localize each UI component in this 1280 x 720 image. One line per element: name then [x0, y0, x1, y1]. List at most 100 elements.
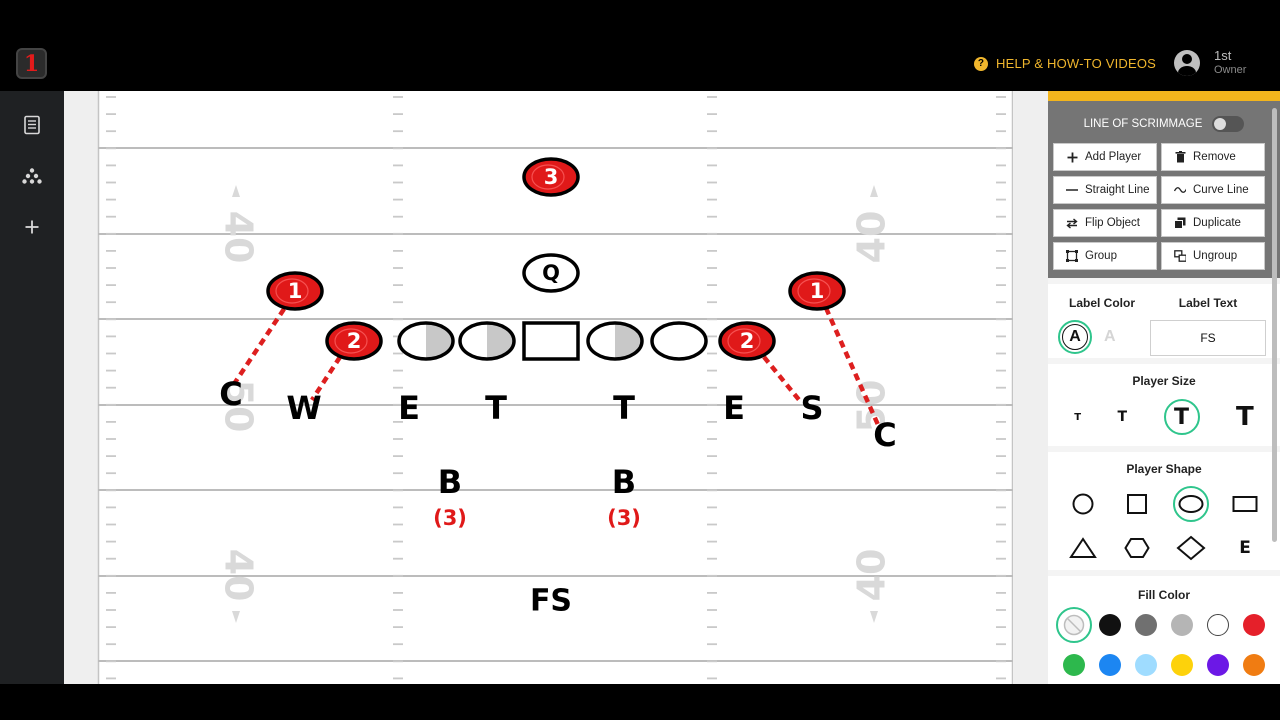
svg-text:B: B: [612, 463, 636, 501]
player-t[interactable]: T: [613, 389, 635, 427]
oval-icon: [1178, 495, 1204, 513]
player-c[interactable]: C: [873, 416, 896, 454]
formation-icon[interactable]: [20, 164, 44, 188]
player-c[interactable]: C: [219, 375, 242, 413]
flip-icon: [1066, 217, 1078, 229]
player-lineman[interactable]: [586, 321, 644, 361]
app-logo[interactable]: 1: [16, 48, 47, 79]
player-shape-section: Player Shape E: [1048, 452, 1280, 570]
toolbox: LINE OF SCRIMMAGE Add Player Remove Stra…: [1048, 101, 1280, 278]
straight-line-button[interactable]: Straight Line: [1053, 176, 1157, 204]
size-s-option[interactable]: T: [1118, 409, 1128, 425]
flip-object-button[interactable]: Flip Object: [1053, 209, 1157, 237]
triangle-icon: [1069, 537, 1097, 558]
svg-text:E: E: [398, 389, 420, 427]
player-e[interactable]: E: [723, 389, 745, 427]
player-2[interactable]: 2: [325, 321, 383, 361]
size-l-option[interactable]: T: [1236, 402, 1254, 432]
help-link[interactable]: ? HELP & HOW-TO VIDEOS: [974, 56, 1156, 71]
remove-button[interactable]: Remove: [1161, 143, 1265, 171]
player-3[interactable]: 3: [522, 157, 580, 197]
rectangle-icon: [1232, 496, 1258, 512]
player-e[interactable]: E: [398, 389, 420, 427]
group-button[interactable]: Group: [1053, 242, 1157, 270]
label-color-dark-option[interactable]: A: [1058, 320, 1092, 354]
circle-shape-option[interactable]: [1056, 486, 1110, 522]
fill-color-swatch[interactable]: [1135, 614, 1157, 636]
hexagon-icon: [1124, 538, 1150, 558]
ungroup-icon: [1174, 250, 1186, 262]
fill-color-swatch[interactable]: [1207, 614, 1229, 636]
curve-line-button[interactable]: Curve Line: [1161, 176, 1265, 204]
add-player-button[interactable]: Add Player: [1053, 143, 1157, 171]
player-fs[interactable]: FS: [530, 584, 572, 619]
svg-text:40: 40: [850, 211, 894, 264]
line-of-scrimmage-row: LINE OF SCRIMMAGE: [1053, 111, 1275, 137]
fill-color-swatch[interactable]: [1171, 654, 1193, 676]
fill-color-swatch[interactable]: [1243, 614, 1265, 636]
panel-scrollbar[interactable]: [1272, 108, 1277, 542]
player-s[interactable]: S: [800, 389, 823, 427]
player-1[interactable]: 1: [788, 271, 846, 311]
add-icon[interactable]: [20, 215, 44, 239]
svg-text:W: W: [286, 389, 321, 427]
oval-shape-option[interactable]: [1164, 486, 1218, 522]
svg-text:FS: FS: [530, 584, 572, 619]
svg-text:40: 40: [850, 549, 894, 602]
ungroup-button[interactable]: Ungroup: [1161, 242, 1265, 270]
player-lineman[interactable]: [522, 321, 580, 361]
label-text-input[interactable]: FS: [1150, 320, 1266, 356]
player-b[interactable]: B: [438, 463, 462, 501]
play-canvas[interactable]: 40 40 50 50 40 40 3 Q 1 1 2 2 C W E T T E S C B B FS (3)(…: [64, 91, 1048, 684]
player-b[interactable]: B: [612, 463, 636, 501]
plus-icon: [1066, 152, 1078, 163]
player-2[interactable]: 2: [718, 321, 776, 361]
player-t[interactable]: T: [485, 389, 507, 427]
playbook-icon[interactable]: [20, 113, 44, 137]
fill-color-swatch[interactable]: [1207, 654, 1229, 676]
svg-text:2: 2: [347, 329, 362, 353]
player-size-section: Player Size T T T T: [1048, 364, 1280, 446]
fill-color-swatch[interactable]: [1171, 614, 1193, 636]
svg-text:T: T: [485, 389, 507, 427]
player-lineman[interactable]: [650, 321, 708, 361]
user-menu[interactable]: 1st Owner: [1174, 48, 1246, 77]
line-of-scrimmage-toggle[interactable]: [1212, 116, 1245, 132]
fill-color-swatch[interactable]: [1063, 654, 1085, 676]
gap-label[interactable]: (3): [607, 506, 641, 530]
duplicate-button[interactable]: Duplicate: [1161, 209, 1265, 237]
hexagon-shape-option[interactable]: [1110, 530, 1164, 566]
svg-text:C: C: [873, 416, 896, 454]
player-w[interactable]: W: [286, 389, 321, 427]
triangle-shape-option[interactable]: [1056, 530, 1110, 566]
text-shape-option[interactable]: E: [1218, 530, 1272, 566]
svg-text:S: S: [800, 389, 823, 427]
player-1[interactable]: 1: [266, 271, 324, 311]
group-icon: [1066, 250, 1078, 262]
gap-label[interactable]: (3): [433, 506, 467, 530]
size-xs-option[interactable]: T: [1074, 412, 1081, 423]
fill-color-title: Fill Color: [1138, 588, 1190, 602]
square-shape-option[interactable]: [1110, 486, 1164, 522]
diamond-shape-option[interactable]: [1164, 530, 1218, 566]
size-m-option[interactable]: T: [1163, 399, 1200, 435]
fill-none-swatch[interactable]: [1056, 607, 1092, 643]
fill-color-swatch[interactable]: [1135, 654, 1157, 676]
player-q[interactable]: Q: [522, 253, 580, 293]
trash-icon: [1174, 151, 1186, 163]
svg-text:40: 40: [217, 211, 261, 264]
player-lineman[interactable]: [397, 321, 455, 361]
avatar-icon: [1174, 49, 1200, 76]
yard-number-left-bottom: 40: [217, 549, 261, 602]
rectangle-shape-option[interactable]: [1218, 486, 1272, 522]
fill-color-swatch[interactable]: [1243, 654, 1265, 676]
properties-panel: LINE OF SCRIMMAGE Add Player Remove Stra…: [1048, 91, 1280, 684]
add-player-label: Add Player: [1085, 151, 1142, 163]
football-field[interactable]: 40 40 50 50 40 40 3Q1 12 2C W E T T E SCB BFS(3)(…: [64, 91, 1048, 684]
duplicate-icon: [1174, 217, 1186, 229]
player-lineman[interactable]: [458, 321, 516, 361]
fill-color-swatch[interactable]: [1099, 614, 1121, 636]
label-color-light-option[interactable]: A: [1104, 328, 1116, 346]
fill-color-swatch[interactable]: [1099, 654, 1121, 676]
user-name: 1st: [1214, 48, 1232, 63]
